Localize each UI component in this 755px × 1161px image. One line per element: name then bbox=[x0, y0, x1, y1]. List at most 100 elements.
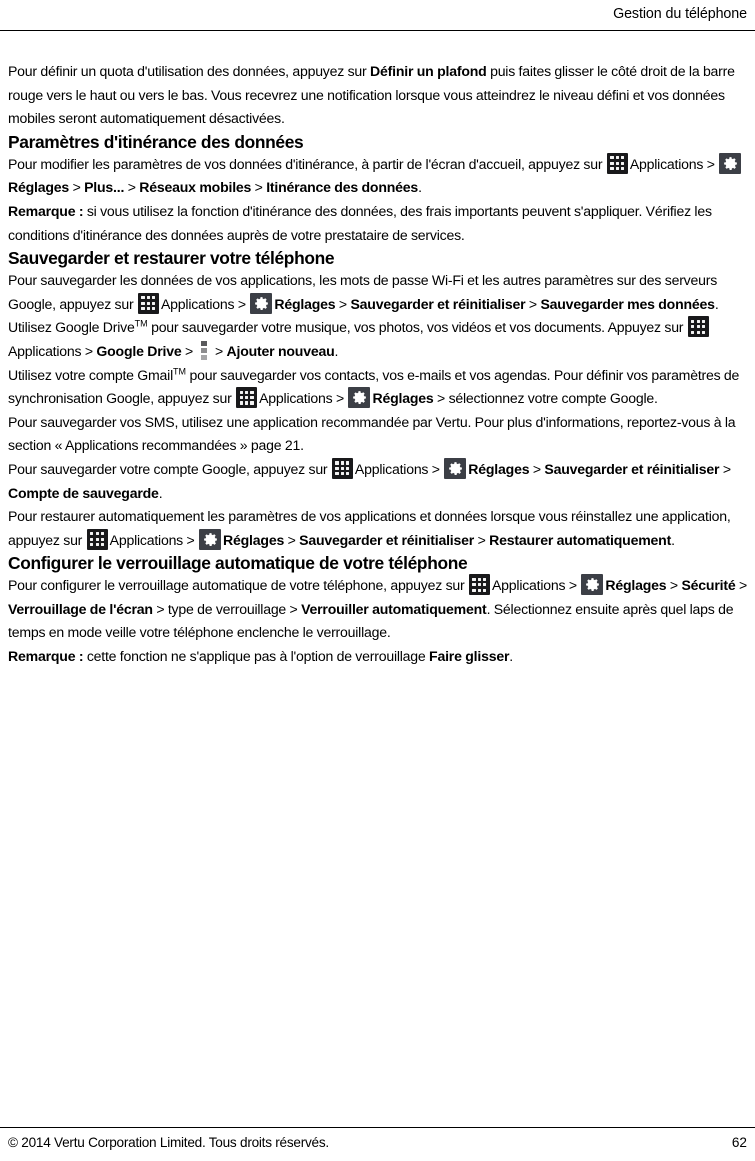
path-separator: > bbox=[124, 179, 140, 196]
apps-label: Applications bbox=[8, 342, 82, 359]
apps-label: Applications bbox=[109, 531, 184, 548]
roaming-text-a: Pour modifier les paramètres de vos donn… bbox=[8, 155, 606, 172]
note-label: Remarque : bbox=[8, 202, 84, 219]
path-separator: > bbox=[284, 531, 300, 548]
backup-data-paragraph: Pour sauvegarder les données de vos appl… bbox=[8, 269, 748, 316]
settings-gear-icon bbox=[581, 574, 604, 596]
note-text: si vous utilisez la fonction d'itinéranc… bbox=[8, 202, 712, 243]
settings-label: Réglages bbox=[605, 577, 667, 594]
roaming-path-paragraph: Pour modifier les paramètres de vos donn… bbox=[8, 152, 748, 200]
autolock-text-a: Pour configurer le verrouillage automati… bbox=[8, 577, 468, 594]
menu-security: Sécurité bbox=[681, 577, 736, 594]
apps-grid-icon bbox=[86, 528, 108, 550]
path-separator: > bbox=[81, 342, 97, 359]
path-separator: > bbox=[703, 155, 719, 172]
path-separator: > bbox=[735, 577, 747, 594]
settings-gear-icon bbox=[199, 528, 222, 550]
manual-page: Gestion du téléphone Pour définir un quo… bbox=[0, 0, 755, 1161]
menu-screen-lock: Verrouillage de l'écran bbox=[8, 600, 153, 617]
intro-text-a: Pour définir un quota d'utilisation des … bbox=[8, 63, 370, 79]
menu-google-drive: Google Drive bbox=[96, 342, 182, 359]
sentence-period: . bbox=[671, 531, 675, 548]
path-separator: > bbox=[251, 179, 267, 196]
menu-data-roaming: Itinérance des données bbox=[266, 179, 419, 196]
settings-gear-icon bbox=[348, 387, 371, 409]
sentence-period: . bbox=[334, 342, 339, 359]
apps-label: Applications bbox=[491, 577, 566, 594]
menu-auto-restore: Restaurer automatiquement bbox=[489, 531, 672, 548]
google-drive-paragraph: Utilisez Google DriveTM pour sauvegarder… bbox=[8, 316, 748, 363]
menu-backup-reset: Sauvegarder et réinitialiser bbox=[544, 460, 720, 477]
sentence-period: . bbox=[714, 295, 719, 312]
auto-lock-note-paragraph: Remarque : cette fonction ne s'applique … bbox=[8, 645, 748, 669]
gmail-text-a: Utilisez votre compte Gmail bbox=[8, 366, 173, 383]
overflow-menu-icon bbox=[200, 340, 209, 360]
sentence-period: . bbox=[418, 179, 422, 196]
roaming-note-paragraph: Remarque : si vous utilisez la fonction … bbox=[8, 200, 748, 247]
settings-label: Réglages bbox=[8, 179, 70, 196]
path-separator: > bbox=[474, 531, 490, 548]
menu-auto-lock: Verrouiller automatiquement bbox=[301, 600, 487, 617]
settings-label: Réglages bbox=[223, 531, 285, 548]
trademark-symbol: TM bbox=[172, 365, 186, 376]
menu-more: Plus... bbox=[84, 179, 125, 196]
trademark-symbol: TM bbox=[134, 318, 148, 329]
apps-label: Applications bbox=[160, 295, 235, 312]
apps-grid-icon bbox=[606, 152, 628, 174]
account-text-a: Pour sauvegarder votre compte Google, ap… bbox=[8, 460, 331, 477]
path-separator: > bbox=[529, 460, 545, 477]
drive-text-a: Utilisez Google Drive bbox=[8, 319, 135, 336]
path-separator: > bbox=[181, 342, 197, 359]
footer-divider bbox=[0, 1127, 755, 1128]
path-separator: > bbox=[335, 295, 351, 312]
running-footer: © 2014 Vertu Corporation Limited. Tous d… bbox=[8, 1133, 747, 1157]
intro-bold-setting: Définir un plafond bbox=[370, 63, 487, 79]
apps-grid-icon bbox=[687, 316, 709, 338]
auto-restore-paragraph: Pour restaurer automatiquement les param… bbox=[8, 505, 748, 552]
heading-backup-restore: Sauvegarder et restaurer votre téléphone bbox=[8, 248, 335, 269]
settings-gear-icon bbox=[250, 292, 273, 314]
menu-backup-reset: Sauvegarder et réinitialiser bbox=[299, 531, 475, 548]
apps-grid-icon bbox=[331, 457, 353, 479]
google-account-backup-paragraph: Pour sauvegarder votre compte Google, ap… bbox=[8, 457, 748, 505]
note-label: Remarque : bbox=[8, 648, 84, 665]
sentence-period: . bbox=[509, 648, 513, 665]
page-number: 62 bbox=[731, 1135, 747, 1150]
path-separator: > bbox=[183, 531, 199, 548]
menu-backup-my-data: Sauvegarder mes données bbox=[540, 295, 715, 312]
apps-grid-icon bbox=[236, 387, 258, 409]
path-separator: > bbox=[719, 460, 731, 477]
path-separator: > bbox=[234, 295, 250, 312]
path-separator: > bbox=[69, 179, 85, 196]
menu-backup-account: Compte de sauvegarde bbox=[8, 484, 159, 501]
auto-lock-path-paragraph: Pour configurer le verrouillage automati… bbox=[8, 574, 748, 645]
page-header-title: Gestion du téléphone bbox=[613, 6, 747, 22]
sentence-period: . bbox=[158, 484, 163, 501]
menu-add-new: Ajouter nouveau bbox=[226, 342, 335, 359]
menu-backup-reset: Sauvegarder et réinitialiser bbox=[350, 295, 526, 312]
menu-mobile-networks: Réseaux mobiles bbox=[139, 179, 252, 196]
page-content: Pour définir un quota d'utilisation des … bbox=[8, 60, 748, 669]
note-text-a: cette fonction ne s'applique pas à l'opt… bbox=[83, 648, 430, 665]
settings-label: Réglages bbox=[468, 460, 530, 477]
header-divider bbox=[0, 30, 755, 31]
path-separator: > bbox=[525, 295, 541, 312]
gmail-text-c: sélectionnez votre compte Google. bbox=[448, 390, 658, 407]
path-separator: > bbox=[433, 390, 449, 407]
settings-label: Réglages bbox=[372, 390, 434, 407]
drive-text-b: pour sauvegarder votre musique, vos phot… bbox=[147, 319, 687, 336]
apps-label: Applications bbox=[259, 390, 333, 407]
path-separator: > bbox=[332, 390, 348, 407]
path-separator: > bbox=[666, 577, 682, 594]
path-separator: > bbox=[211, 342, 227, 359]
lock-option-slide: Faire glisser bbox=[429, 648, 510, 665]
running-header: Gestion du téléphone bbox=[8, 4, 747, 31]
copyright-notice: © 2014 Vertu Corporation Limited. Tous d… bbox=[8, 1135, 329, 1150]
heading-roaming-settings: Paramètres d'itinérance des données bbox=[8, 131, 304, 152]
intro-paragraph: Pour définir un quota d'utilisation des … bbox=[8, 60, 748, 131]
settings-label: Réglages bbox=[274, 295, 336, 312]
settings-gear-icon bbox=[444, 457, 467, 479]
path-separator: > type de verrouillage > bbox=[152, 600, 302, 617]
settings-gear-icon bbox=[719, 152, 742, 174]
apps-grid-icon bbox=[468, 574, 490, 596]
